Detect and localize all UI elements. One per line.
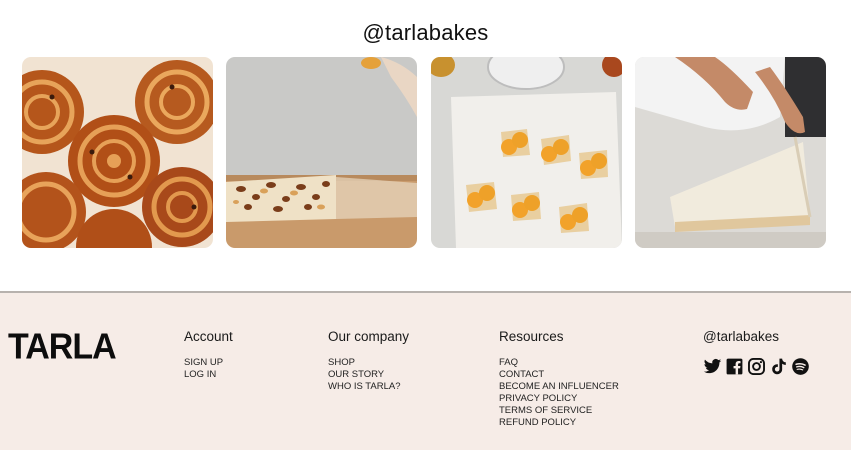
log-in-link[interactable]: LOG IN bbox=[184, 369, 233, 381]
faq-link[interactable]: FAQ bbox=[499, 357, 619, 369]
instagram-icon[interactable] bbox=[747, 357, 766, 376]
company-links: SHOP OUR STORY WHO IS TARLA? bbox=[328, 357, 409, 393]
dough-nuts-image bbox=[226, 57, 417, 248]
tarla-logo[interactable]: TARLA bbox=[8, 327, 117, 368]
resources-links: FAQ CONTACT BECOME AN INFLUENCER PRIVACY… bbox=[499, 357, 619, 429]
laminated-dough-image bbox=[635, 57, 826, 248]
shop-link[interactable]: SHOP bbox=[328, 357, 409, 369]
instagram-photo-apricot-danish[interactable] bbox=[431, 57, 622, 248]
footer-account-column: Account SIGN UP LOG IN bbox=[184, 329, 233, 381]
our-company-heading: Our company bbox=[328, 329, 410, 344]
refund-policy-link[interactable]: REFUND POLICY bbox=[499, 417, 619, 429]
instagram-handle-heading[interactable]: @tarlabakes bbox=[0, 20, 851, 46]
footer-resources-column: Resources FAQ CONTACT BECOME AN INFLUENC… bbox=[499, 329, 619, 429]
instagram-photo-dough-nuts[interactable] bbox=[226, 57, 417, 248]
become-influencer-link[interactable]: BECOME AN INFLUENCER bbox=[499, 381, 619, 393]
privacy-policy-link[interactable]: PRIVACY POLICY bbox=[499, 393, 619, 405]
footer-social-column: @tarlabakes bbox=[703, 329, 810, 376]
contact-link[interactable]: CONTACT bbox=[499, 369, 619, 381]
social-icons bbox=[703, 357, 810, 376]
site-footer: TARLA Account SIGN UP LOG IN Our company… bbox=[0, 291, 851, 450]
footer-company-column: Our company SHOP OUR STORY WHO IS TARLA? bbox=[328, 329, 409, 393]
account-links: SIGN UP LOG IN bbox=[184, 357, 233, 381]
who-is-tarla-link[interactable]: WHO IS TARLA? bbox=[328, 381, 409, 393]
buns-image bbox=[22, 57, 213, 248]
social-handle[interactable]: @tarlabakes bbox=[703, 329, 810, 344]
instagram-gallery bbox=[22, 57, 827, 248]
tiktok-icon[interactable] bbox=[769, 357, 788, 376]
instagram-photo-laminated-dough[interactable] bbox=[635, 57, 826, 248]
facebook-icon[interactable] bbox=[725, 357, 744, 376]
terms-of-service-link[interactable]: TERMS OF SERVICE bbox=[499, 405, 619, 417]
our-story-link[interactable]: OUR STORY bbox=[328, 369, 409, 381]
twitter-icon[interactable] bbox=[703, 357, 722, 376]
apricot-danish-image bbox=[431, 57, 622, 248]
account-heading: Account bbox=[184, 329, 233, 344]
sign-up-link[interactable]: SIGN UP bbox=[184, 357, 233, 369]
spotify-icon[interactable] bbox=[791, 357, 810, 376]
instagram-photo-buns[interactable] bbox=[22, 57, 213, 248]
resources-heading: Resources bbox=[499, 329, 564, 344]
